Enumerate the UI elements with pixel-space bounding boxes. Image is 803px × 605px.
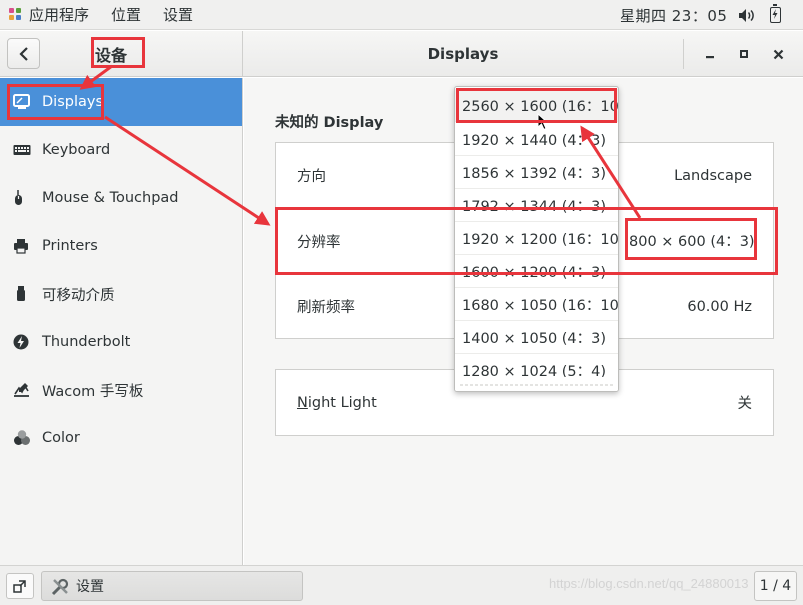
arrow-displays-to-resolution: [104, 115, 271, 226]
annotation-arrows: [79, 64, 642, 226]
watermark: https://blog.csdn.net/qq_24880013: [549, 576, 749, 591]
tools-icon: [51, 578, 69, 596]
taskbar: 设置 https://blog.csdn.net/qq_24880013 1 /…: [0, 565, 803, 605]
taskbar-task-settings[interactable]: 设置: [41, 571, 303, 601]
workspace-pager[interactable]: 1 / 4: [754, 571, 797, 601]
arrow-to-max-resolution: [580, 125, 642, 219]
show-desktop-button[interactable]: [6, 573, 34, 599]
show-desktop-icon: [13, 580, 26, 593]
taskbar-task-label: 设置: [76, 579, 104, 595]
arrow-devices-to-displays: [79, 64, 113, 90]
